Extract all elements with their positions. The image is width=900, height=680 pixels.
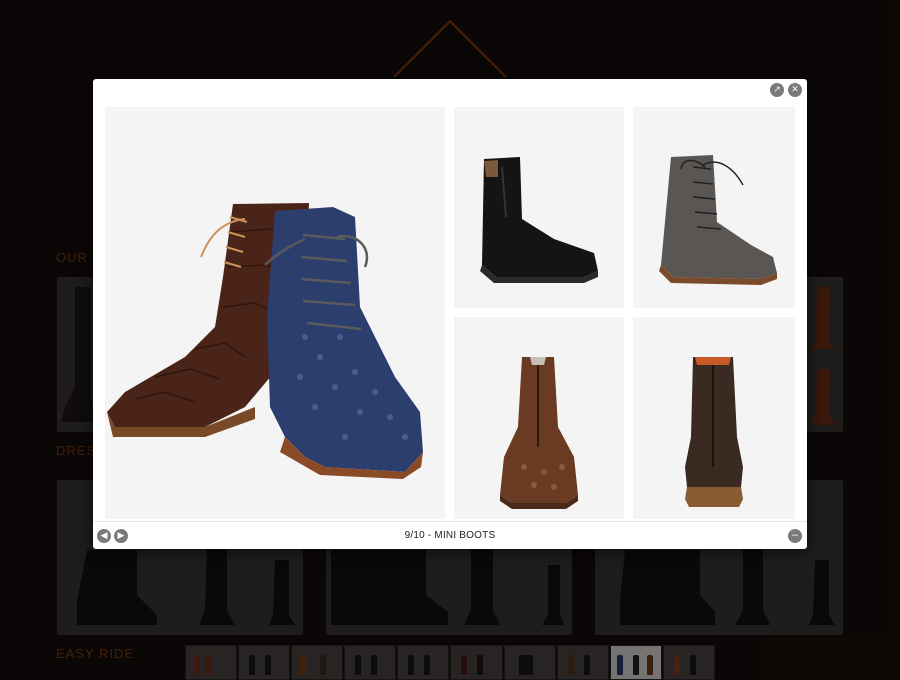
chelsea-boot-illustration <box>480 157 598 283</box>
expand-icon[interactable]: ↗ <box>770 83 784 97</box>
grey-boot-photo <box>633 107 795 308</box>
lightbox-image <box>105 107 795 519</box>
brown-zip-boot-photo <box>454 317 624 519</box>
brown-zip-boot-illustration <box>500 357 578 509</box>
lightbox-modal: ↗ ✕ ◀ ▶ 9/10 - MINI BOOTS − <box>93 79 807 549</box>
dark-boot-illustration <box>685 357 743 507</box>
chelsea-boot-photo <box>454 107 624 308</box>
minus-icon[interactable]: − <box>788 529 802 543</box>
lace-up-boots-illustration <box>107 203 423 479</box>
lightbox-top-controls: ↗ ✕ <box>770 83 802 97</box>
close-icon[interactable]: ✕ <box>788 83 802 97</box>
grey-boot-illustration <box>659 155 777 285</box>
dark-boot-photo <box>633 317 795 519</box>
image-caption: 9/10 - MINI BOOTS <box>404 530 496 541</box>
lightbox-footer: ◀ ▶ 9/10 - MINI BOOTS − <box>93 521 807 549</box>
main-boots-photo <box>105 107 445 519</box>
